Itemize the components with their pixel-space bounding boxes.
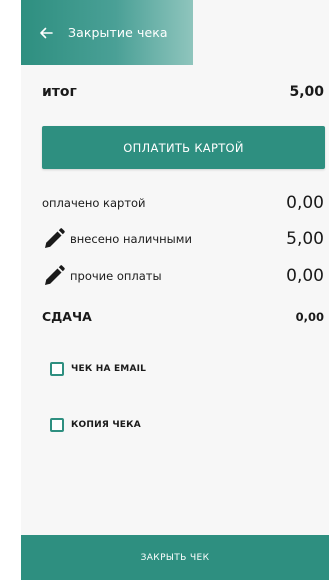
payment-row-cash: внесено наличными 5,00 [42, 227, 324, 251]
option-receipt-email[interactable]: ЧЕК НА EMAIL [50, 362, 146, 376]
change-row: СДАЧА 0,00 [42, 309, 324, 324]
pencil-icon[interactable] [42, 227, 66, 251]
payment-row-card: оплачено картой 0,00 [42, 193, 324, 213]
total-row: итог 5,00 [42, 84, 324, 100]
payment-label: оплачено картой [42, 196, 146, 210]
pay-by-card-label: ОПЛАТИТЬ КАРТОЙ [123, 140, 244, 155]
payment-label: прочие оплаты [70, 269, 162, 283]
pencil-icon[interactable] [42, 264, 66, 288]
payment-value[interactable]: 5,00 [286, 229, 324, 249]
pay-by-card-button[interactable]: ОПЛАТИТЬ КАРТОЙ [42, 126, 325, 169]
payment-label: внесено наличными [70, 232, 192, 246]
email-receipt-checkbox[interactable] [50, 362, 64, 376]
close-receipt-label: ЗАКРЫТЬ ЧЕК [140, 552, 210, 563]
receipt-copy-checkbox[interactable] [50, 418, 64, 432]
option-label: ЧЕК НА EMAIL [71, 364, 147, 374]
total-value: 5,00 [289, 84, 324, 100]
page-title: Закрытие чека [68, 25, 168, 40]
arrow-left-icon[interactable] [39, 26, 53, 40]
option-receipt-copy[interactable]: КОПИЯ ЧЕКА [50, 418, 141, 432]
payment-value: 0,00 [286, 193, 324, 213]
dialog-header: Закрытие чека [21, 0, 193, 65]
option-label: КОПИЯ ЧЕКА [71, 420, 141, 430]
total-label: итог [42, 84, 77, 100]
payment-value[interactable]: 0,00 [286, 266, 324, 286]
change-label: СДАЧА [42, 309, 92, 324]
change-value: 0,00 [295, 309, 324, 324]
close-receipt-button[interactable]: ЗАКРЫТЬ ЧЕК [21, 535, 329, 580]
payment-row-other: прочие оплаты 0,00 [42, 264, 324, 288]
